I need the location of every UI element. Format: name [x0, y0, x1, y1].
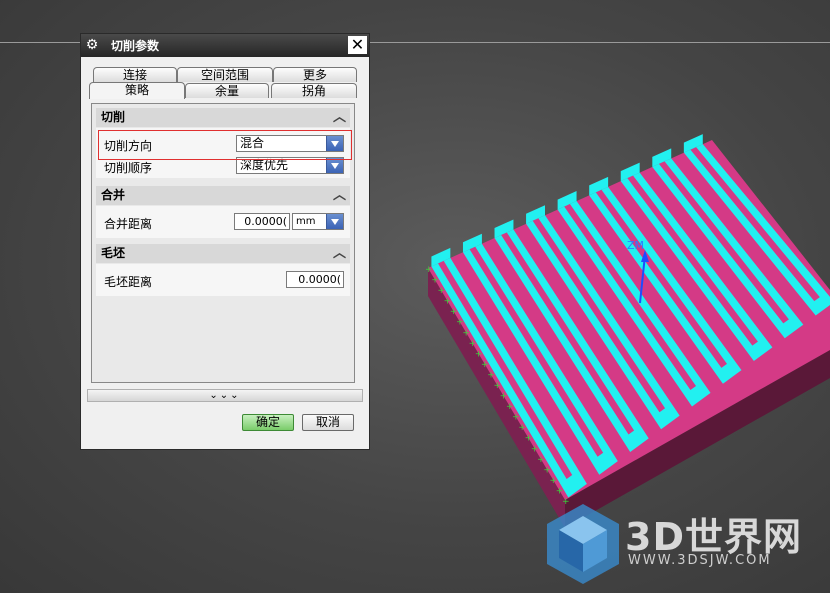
edge-marker: +	[531, 444, 539, 454]
blank-rows: 毛坯距离 0.0000(	[96, 264, 350, 296]
merge-distance-input[interactable]: 0.0000(	[234, 213, 290, 230]
close-button[interactable]: ✕	[348, 36, 367, 54]
merge-rows: 合并距离 0.0000( mm	[96, 206, 350, 238]
blank-distance-label: 毛坯距离	[104, 275, 153, 289]
tab-corner[interactable]: 拐角	[271, 83, 357, 98]
merge-distance-label: 合并距离	[104, 217, 153, 231]
merge-unit-select[interactable]: mm	[292, 213, 344, 230]
zm-axis-label: ZM	[627, 239, 645, 252]
expand-more-button[interactable]: ⌄⌄⌄	[87, 389, 363, 402]
tab-connect[interactable]: 连接	[93, 67, 177, 82]
tab-stock[interactable]: 余量	[185, 83, 269, 98]
section-merge-header[interactable]: 合并 ︿	[96, 186, 350, 205]
collapse-icon[interactable]: ︿	[333, 244, 346, 263]
ok-button[interactable]: 确定	[242, 414, 294, 431]
section-merge-title: 合并	[101, 188, 126, 202]
edge-marker: +	[543, 465, 551, 475]
section-cut-title: 切削	[101, 110, 126, 124]
cube-logo-icon	[547, 504, 619, 584]
edge-marker: +	[494, 381, 502, 391]
merge-unit-value: mm	[296, 216, 316, 227]
collapse-icon[interactable]: ︿	[333, 108, 346, 127]
tab-strategy[interactable]: 策略	[89, 82, 185, 99]
cut-direction-highlight	[98, 130, 352, 160]
cut-parameters-dialog: ⚙ 切削参数 ✕ 连接 空间范围 更多 策略 余量 拐角 切削 ︿ 切削方向 混…	[80, 33, 370, 450]
edge-marker: +	[444, 297, 452, 307]
dialog-title: 切削参数	[111, 39, 160, 53]
edge-marker: +	[450, 307, 458, 317]
edge-marker: +	[487, 370, 495, 380]
edge-marker: +	[556, 486, 564, 496]
edge-marker: +	[431, 276, 439, 286]
edge-marker: +	[437, 286, 445, 296]
collapse-icon[interactable]: ︿	[333, 186, 346, 205]
section-blank-title: 毛坯	[101, 246, 126, 260]
blank-distance-input[interactable]: 0.0000(	[286, 271, 344, 288]
chevron-down-icon[interactable]	[326, 214, 343, 229]
tab-more[interactable]: 更多	[273, 67, 357, 82]
edge-marker: +	[518, 423, 526, 433]
watermark-url: WWW.3DSJW.COM	[628, 553, 772, 568]
edge-marker: +	[500, 392, 508, 402]
edge-marker: +	[481, 360, 489, 370]
section-cut-header[interactable]: 切削 ︿	[96, 108, 350, 127]
tab-space-range[interactable]: 空间范围	[177, 67, 273, 82]
edge-marker: +	[550, 476, 558, 486]
edge-marker: +	[475, 349, 483, 359]
edge-marker: +	[512, 413, 520, 423]
edge-marker: +	[469, 339, 477, 349]
edge-marker: +	[462, 328, 470, 338]
edge-marker: +	[425, 265, 433, 275]
edge-marker: +	[506, 402, 514, 412]
heatsink-model[interactable]: +++++++++++++++++++++++	[425, 134, 830, 528]
cancel-button[interactable]: 取消	[302, 414, 354, 431]
edge-marker: +	[537, 455, 545, 465]
chevron-down-icon[interactable]	[326, 158, 343, 173]
dialog-titlebar[interactable]: ⚙ 切削参数 ✕	[81, 34, 369, 57]
cut-order-label: 切削顺序	[104, 161, 153, 175]
gear-icon[interactable]: ⚙	[84, 37, 100, 53]
cut-order-value: 深度优先	[240, 158, 289, 172]
edge-marker: +	[525, 434, 533, 444]
edge-marker: +	[456, 318, 464, 328]
section-blank-header[interactable]: 毛坯 ︿	[96, 244, 350, 263]
